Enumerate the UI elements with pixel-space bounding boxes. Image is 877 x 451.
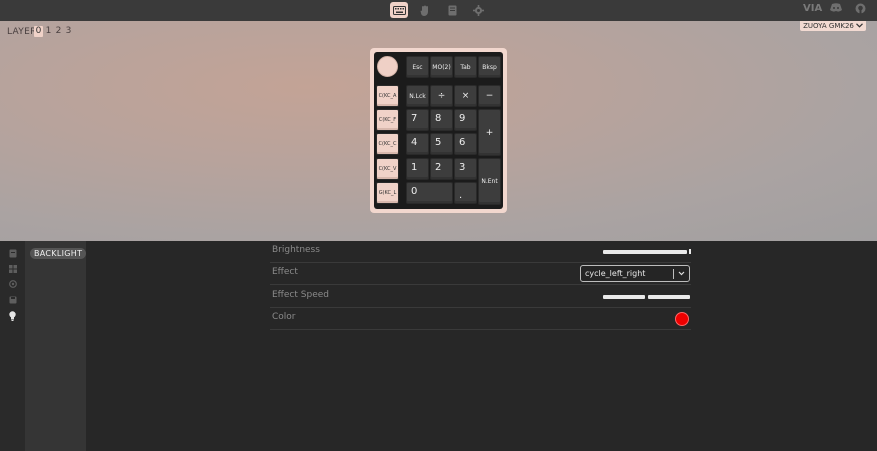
brand-logo: VIA (803, 3, 823, 14)
submenu: BACKLIGHT (25, 241, 87, 451)
effect-speed-label: Effect Speed (272, 290, 329, 300)
keyboard-plate: C(KC_A C(KC_F C(KC_C C(KC_V G(KC_L Esc M… (374, 52, 503, 209)
key-numlock[interactable]: N.Lck (406, 85, 429, 107)
side-nav (0, 241, 25, 451)
key-macro-1[interactable]: C(KC_A (376, 85, 399, 107)
brightness-slider[interactable] (603, 250, 687, 254)
chevron-down-icon (855, 22, 863, 30)
save-icon[interactable] (7, 294, 18, 305)
key-4[interactable]: 4 (406, 133, 429, 155)
key-macro-2[interactable]: C(KC_F (376, 109, 399, 131)
hand-icon[interactable] (416, 2, 434, 18)
circle-icon[interactable] (7, 278, 18, 289)
discord-icon[interactable] (830, 3, 842, 15)
key-numpad-enter[interactable]: N.Ent (478, 158, 501, 205)
key-macro-3[interactable]: C(KC_C (376, 133, 399, 155)
effect-label: Effect (272, 267, 298, 277)
key-macro-5[interactable]: G(KC_L (376, 182, 399, 204)
key-0[interactable]: 0 (406, 182, 453, 204)
top-bar: VIA (0, 0, 877, 21)
color-label: Color (272, 312, 296, 322)
color-row: Color (270, 308, 691, 330)
key-tab[interactable]: Tab (454, 56, 477, 78)
key-5[interactable]: 5 (430, 133, 453, 155)
effect-row: Effect cycle_left_right (270, 263, 691, 285)
keyboard-name: ZUOYA GMK26 (803, 22, 854, 30)
key-divide[interactable]: ÷ (430, 85, 453, 107)
key-esc[interactable]: Esc (406, 56, 429, 78)
key-bksp[interactable]: Bksp (478, 56, 501, 78)
gear-icon[interactable] (469, 2, 487, 18)
key-mo2[interactable]: MO(2) (430, 56, 453, 78)
key-7[interactable]: 7 (406, 109, 429, 131)
effect-speed-row: Effect Speed (270, 286, 691, 308)
layer-3-button[interactable]: 3 (64, 26, 73, 37)
key-6[interactable]: 6 (454, 133, 477, 155)
brightness-label: Brightness (272, 245, 320, 255)
key-8[interactable]: 8 (430, 109, 453, 131)
effect-speed-slider-remaining[interactable] (648, 295, 690, 299)
config-panel: BACKLIGHT Brightness Effect cycle_left_r… (0, 241, 877, 451)
color-swatch[interactable] (675, 312, 689, 326)
keyboard-select[interactable]: ZUOYA GMK26 (800, 21, 866, 31)
key-minus[interactable]: − (478, 85, 501, 107)
layer-1-button[interactable]: 1 (44, 26, 53, 37)
brightness-slider-handle[interactable] (689, 249, 691, 254)
layer-label: LAYER (7, 27, 37, 37)
grid-icon[interactable] (7, 263, 18, 274)
menu-item-backlight[interactable]: BACKLIGHT (30, 248, 87, 259)
key-dot[interactable]: . (454, 182, 477, 204)
bulb-icon[interactable] (7, 310, 18, 321)
github-icon[interactable] (855, 3, 866, 17)
effect-speed-slider[interactable] (603, 295, 645, 299)
key-1[interactable]: 1 (406, 158, 429, 180)
select-separator (673, 269, 674, 279)
keyboard-icon[interactable] (390, 2, 408, 18)
book-icon[interactable] (443, 2, 461, 18)
chevron-down-icon[interactable] (678, 268, 685, 280)
effect-select-value: cycle_left_right (585, 269, 646, 278)
effect-select[interactable]: cycle_left_right (580, 265, 690, 282)
key-3[interactable]: 3 (454, 158, 477, 180)
key-9[interactable]: 9 (454, 109, 477, 131)
keyboard-case: C(KC_A C(KC_F C(KC_C C(KC_V G(KC_L Esc M… (370, 48, 507, 213)
key-2[interactable]: 2 (430, 158, 453, 180)
key-plus[interactable]: + (478, 109, 501, 156)
keyboard-canvas: LAYER 0 1 2 3 ZUOYA GMK26 C(KC_A C(KC_F … (0, 21, 877, 241)
key-macro-4[interactable]: C(KC_V (376, 158, 399, 180)
key-multiply[interactable]: × (454, 85, 477, 107)
keyboard-icon[interactable] (7, 248, 18, 259)
brightness-row: Brightness (270, 241, 691, 263)
layer-0-button[interactable]: 0 (34, 26, 43, 37)
layer-2-button[interactable]: 2 (54, 26, 63, 37)
encoder-knob[interactable] (377, 56, 398, 77)
